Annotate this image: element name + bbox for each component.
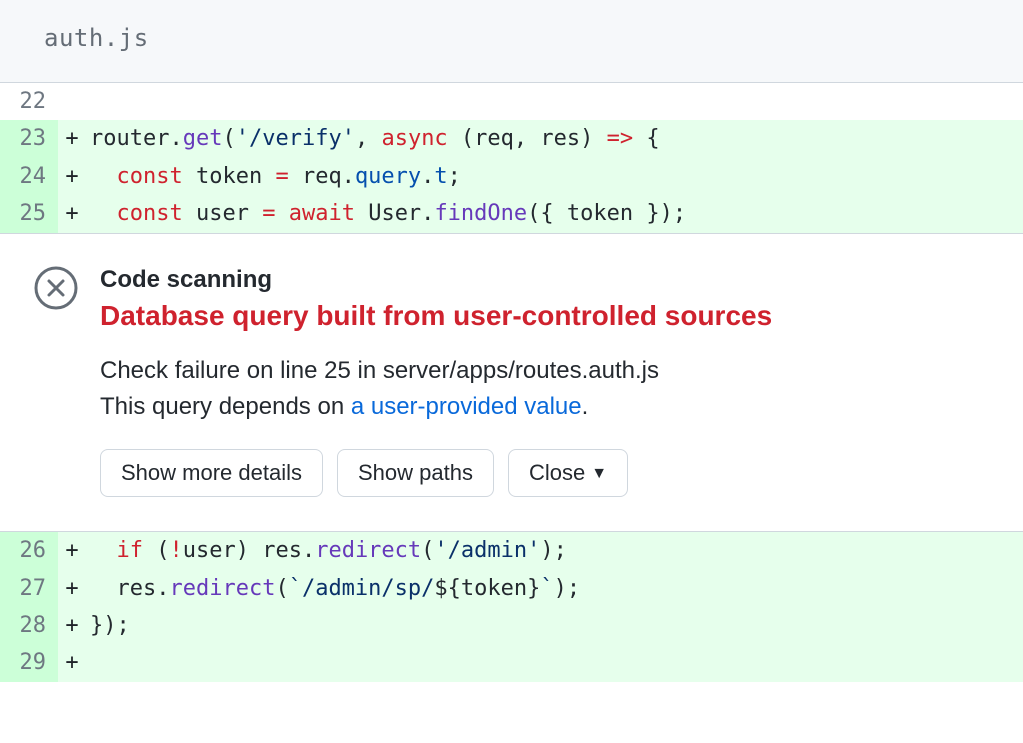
annotation-button-row: Show more details Show paths Close ▼ (100, 449, 993, 498)
file-header: auth.js (0, 0, 1023, 83)
code-scanning-annotation: Code scanning Database query built from … (0, 233, 1023, 533)
diff-marker: + (58, 607, 86, 644)
line-number: 27 (0, 570, 58, 607)
diff-marker: + (58, 195, 86, 232)
annotation-source-link[interactable]: a user-provided value (351, 393, 582, 420)
diff-table-top: 2223+router.get('/verify', async (req, r… (0, 83, 1023, 233)
close-button-label: Close (529, 460, 585, 485)
annotation-location: Check failure on line 25 in server/apps/… (100, 357, 993, 385)
file-name: auth.js (44, 24, 149, 52)
diff-table-bottom: 26+ if (!user) res.redirect('/admin');27… (0, 532, 1023, 682)
annotation-title: Database query built from user-controlle… (100, 298, 993, 333)
code-line: 25+ const user = await User.findOne({ to… (0, 195, 1023, 232)
show-paths-button[interactable]: Show paths (337, 449, 494, 498)
code-content[interactable]: res.redirect(`/admin/sp/${token}`); (86, 570, 1023, 607)
show-more-details-button[interactable]: Show more details (100, 449, 323, 498)
annotation-description-suffix: . (582, 393, 589, 420)
diff-marker: + (58, 644, 86, 681)
caret-down-icon: ▼ (591, 465, 607, 482)
line-number: 24 (0, 158, 58, 195)
annotation-close-icon[interactable] (34, 266, 78, 498)
diff-marker: + (58, 532, 86, 569)
line-number: 26 (0, 532, 58, 569)
code-line: 27+ res.redirect(`/admin/sp/${token}`); (0, 570, 1023, 607)
code-content[interactable] (86, 83, 1023, 120)
diff-marker (58, 83, 86, 120)
code-content[interactable]: const token = req.query.t; (86, 158, 1023, 195)
line-number: 23 (0, 120, 58, 157)
code-content[interactable]: }); (86, 607, 1023, 644)
code-line: 23+router.get('/verify', async (req, res… (0, 120, 1023, 157)
annotation-description-prefix: This query depends on (100, 393, 351, 420)
code-line: 29+ (0, 644, 1023, 681)
diff-marker: + (58, 158, 86, 195)
diff-marker: + (58, 570, 86, 607)
line-number: 29 (0, 644, 58, 681)
diff-marker: + (58, 120, 86, 157)
line-number: 22 (0, 83, 58, 120)
code-content[interactable] (86, 644, 1023, 681)
code-line: 26+ if (!user) res.redirect('/admin'); (0, 532, 1023, 569)
line-number: 28 (0, 607, 58, 644)
code-line: 28+}); (0, 607, 1023, 644)
close-dropdown-button[interactable]: Close ▼ (508, 449, 628, 498)
line-number: 25 (0, 195, 58, 232)
code-line: 24+ const token = req.query.t; (0, 158, 1023, 195)
code-content[interactable]: router.get('/verify', async (req, res) =… (86, 120, 1023, 157)
code-content[interactable]: const user = await User.findOne({ token … (86, 195, 1023, 232)
code-content[interactable]: if (!user) res.redirect('/admin'); (86, 532, 1023, 569)
code-line: 22 (0, 83, 1023, 120)
annotation-description: This query depends on a user-provided va… (100, 393, 993, 421)
annotation-kicker: Code scanning (100, 266, 993, 294)
